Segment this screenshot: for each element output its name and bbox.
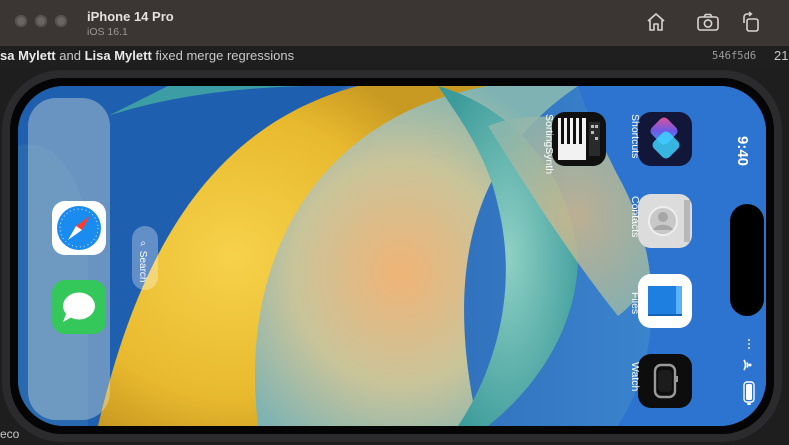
status-dots-icon xyxy=(742,338,756,352)
contacts-icon xyxy=(638,194,692,248)
commit-extra: 21 xyxy=(774,48,789,63)
battery-icon xyxy=(742,380,756,406)
commit-author-2: Lisa Mylett xyxy=(84,48,152,63)
commit-line: sa Mylett and Lisa Mylett fixed merge re… xyxy=(0,48,294,63)
app-label-files: Files xyxy=(629,292,641,315)
home-screen[interactable]: ⌕ Search Shortcuts Contacts Files Watch … xyxy=(18,86,766,426)
search-label: ⌕ Search xyxy=(137,238,148,283)
simulator-titlebar: iPhone 14 Pro iOS 16.1 xyxy=(0,0,789,46)
dock-app-messages[interactable] xyxy=(52,280,106,334)
commit-and: and xyxy=(59,48,81,63)
dock-app-safari[interactable] xyxy=(52,201,106,255)
shortcuts-icon xyxy=(638,112,692,166)
screenshot-icon[interactable] xyxy=(696,11,720,33)
watch-icon xyxy=(638,354,692,408)
status-time: 9:40 xyxy=(734,136,751,167)
app-contacts[interactable] xyxy=(638,194,692,248)
safari-icon xyxy=(52,201,106,255)
phone-frame: ⌕ Search Shortcuts Contacts Files Watch … xyxy=(2,70,782,442)
messages-icon xyxy=(52,280,106,334)
device-name: iPhone 14 Pro xyxy=(87,9,174,24)
sortingsynth-icon xyxy=(552,112,606,166)
app-label-sortingsynth: SortingSynth xyxy=(543,114,555,175)
app-sortingsynth[interactable] xyxy=(552,112,606,166)
commit-hash: 546f5d6 xyxy=(712,50,757,62)
phone-bezel: ⌕ Search Shortcuts Contacts Files Watch … xyxy=(10,78,774,434)
commit-message: fixed merge regressions xyxy=(155,48,295,63)
search-icon: ⌕ xyxy=(137,238,148,248)
app-shortcuts[interactable] xyxy=(638,112,692,166)
os-version: iOS 16.1 xyxy=(87,26,128,38)
wifi-icon xyxy=(740,356,758,374)
dynamic-island xyxy=(730,204,764,316)
dock xyxy=(28,98,110,420)
home-icon[interactable] xyxy=(645,11,667,33)
close-window-button[interactable] xyxy=(15,15,27,27)
app-files[interactable] xyxy=(638,274,692,328)
zoom-window-button[interactable] xyxy=(55,15,67,27)
minimize-window-button[interactable] xyxy=(35,15,47,27)
app-watch[interactable] xyxy=(638,354,692,408)
app-label-shortcuts: Shortcuts xyxy=(629,114,641,159)
editor-bottom-text: eco xyxy=(0,427,20,441)
rotate-icon[interactable] xyxy=(740,11,762,33)
commit-author: sa Mylett xyxy=(0,48,56,63)
app-label-contacts: Contacts xyxy=(629,196,641,238)
app-label-watch: Watch xyxy=(629,362,641,392)
files-icon xyxy=(638,274,692,328)
